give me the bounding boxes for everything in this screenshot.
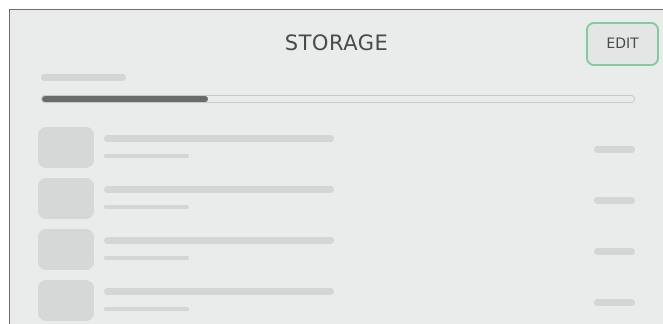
item-thumbnail-placeholder bbox=[38, 280, 94, 321]
item-title-placeholder bbox=[104, 288, 334, 295]
page-title: STORAGE bbox=[284, 31, 389, 55]
item-title-placeholder bbox=[104, 237, 334, 244]
list-item[interactable] bbox=[10, 280, 663, 322]
item-size-placeholder bbox=[594, 146, 635, 153]
storage-screen: STORAGE EDIT bbox=[9, 9, 663, 324]
item-subtitle-placeholder bbox=[104, 205, 189, 209]
storage-usage-fill bbox=[42, 96, 208, 102]
item-thumbnail-placeholder bbox=[38, 127, 94, 168]
item-size-placeholder bbox=[594, 248, 635, 255]
storage-usage-bar bbox=[41, 95, 635, 103]
list-item[interactable] bbox=[10, 127, 663, 169]
item-thumbnail-placeholder bbox=[38, 229, 94, 270]
item-subtitle-placeholder bbox=[104, 256, 189, 260]
list-item[interactable] bbox=[10, 229, 663, 271]
item-thumbnail-placeholder bbox=[38, 178, 94, 219]
item-subtitle-placeholder bbox=[104, 307, 189, 311]
item-title-placeholder bbox=[104, 135, 334, 142]
item-size-placeholder bbox=[594, 299, 635, 306]
item-subtitle-placeholder bbox=[104, 154, 189, 158]
list-item[interactable] bbox=[10, 178, 663, 220]
edit-button[interactable]: EDIT bbox=[586, 22, 659, 66]
item-title-placeholder bbox=[104, 186, 334, 193]
item-size-placeholder bbox=[594, 197, 635, 204]
storage-summary-placeholder bbox=[41, 74, 126, 81]
